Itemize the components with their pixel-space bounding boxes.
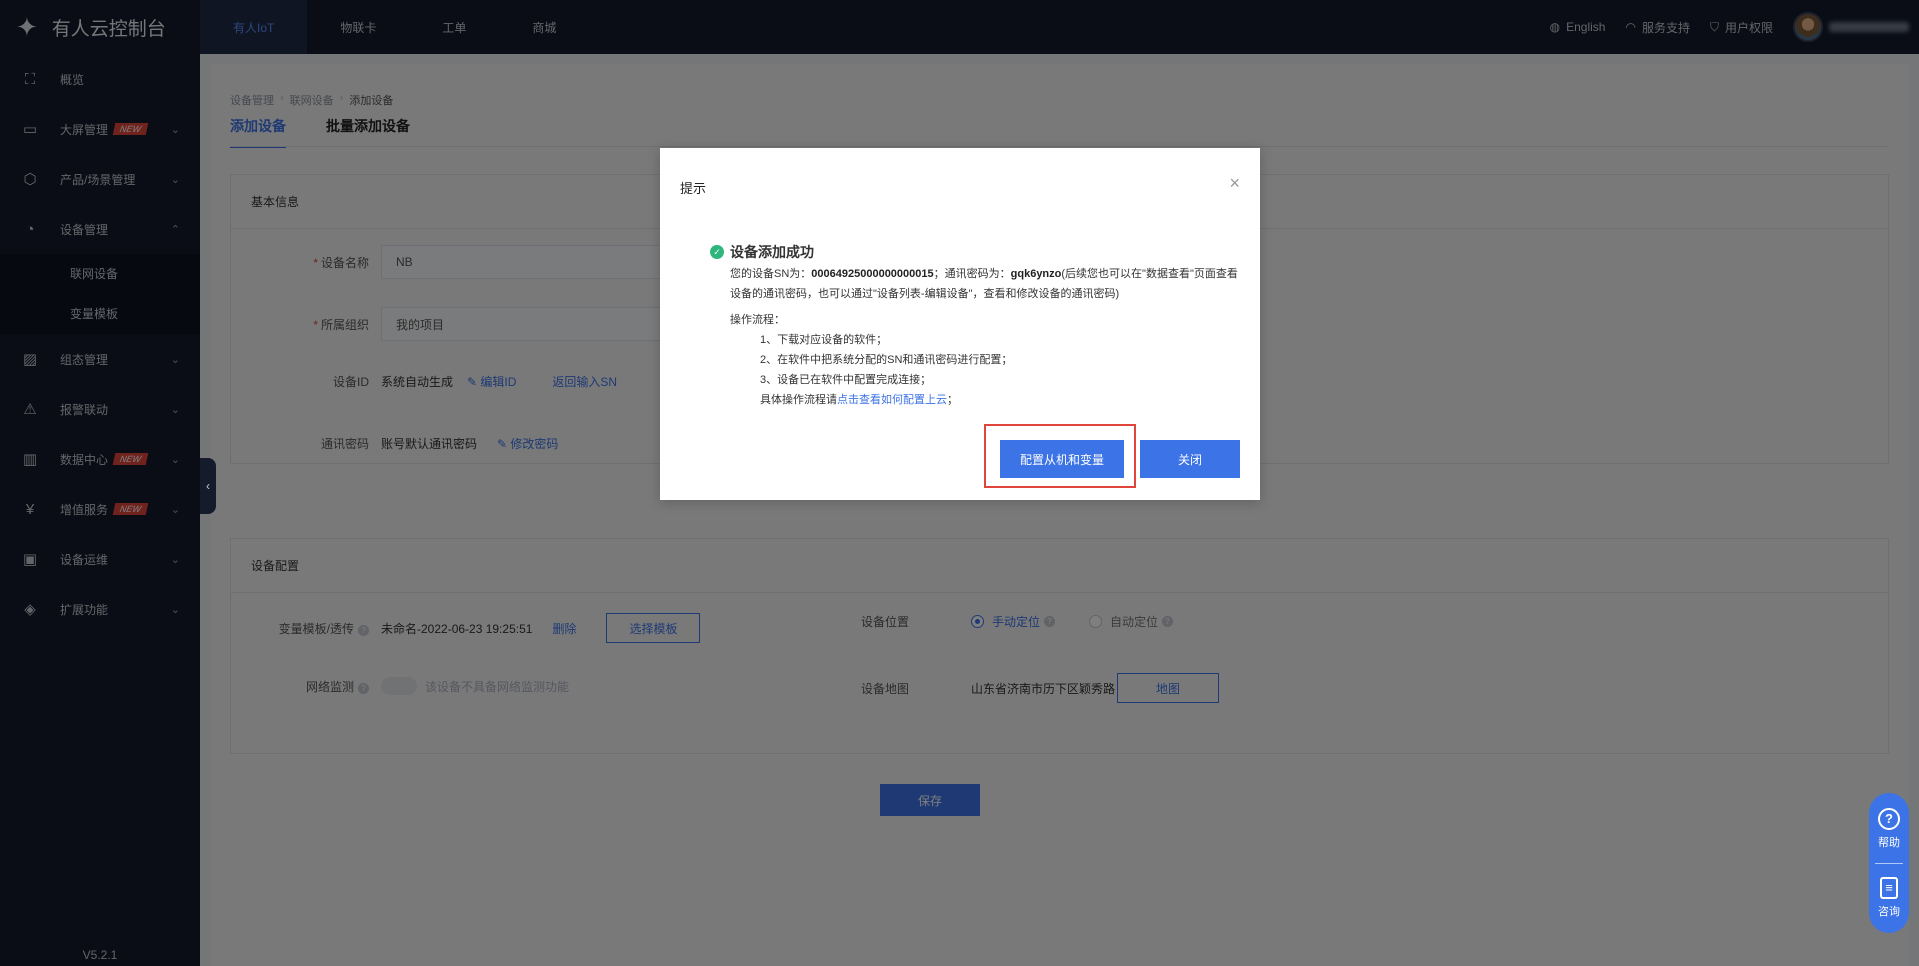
detail-prefix: 具体操作流程请 <box>760 394 837 406</box>
process-step: 1、下载对应设备的软件； <box>760 334 888 346</box>
sidebar-collapse-handle[interactable]: ‹ <box>200 458 216 514</box>
success-text: 设备添加成功 <box>730 244 814 260</box>
divider <box>1875 862 1903 864</box>
device-password: gqk6ynzo <box>1010 268 1062 280</box>
sn-prefix: 您的设备SN为： <box>730 268 812 280</box>
consult-label: 咨询 <box>1878 905 1900 918</box>
chevron-left-icon: ‹ <box>206 479 210 493</box>
process-title: 操作流程： <box>730 314 785 326</box>
help-label: 帮助 <box>1878 836 1900 849</box>
process-step: 3、设备已在软件中配置完成连接； <box>760 374 932 386</box>
check-circle-icon: ✓ <box>710 245 724 259</box>
close-icon[interactable]: × <box>1229 174 1240 192</box>
detail-suffix: ； <box>947 394 958 406</box>
question-icon: ? <box>1878 807 1900 830</box>
document-icon: ≡ <box>1880 876 1898 899</box>
sn-info: 您的设备SN为：00064925000000000015；通讯密码为：gqk6y… <box>730 264 1240 304</box>
process-step: 2、在软件中把系统分配的SN和通讯密码进行配置； <box>760 354 1013 366</box>
help-button[interactable]: ? 帮助 <box>1878 807 1900 850</box>
config-guide-link[interactable]: 点击查看如何配置上云 <box>837 394 947 406</box>
device-sn: 00064925000000000015 <box>811 268 934 280</box>
success-heading: ✓ 设备添加成功 <box>710 242 814 262</box>
process-detail: 具体操作流程请点击查看如何配置上云； <box>730 390 1012 410</box>
dialog-title: 提示 <box>680 181 707 196</box>
config-slave-button[interactable]: 配置从机和变量 <box>1000 440 1124 478</box>
floating-help-panel: ? 帮助 ≡ 咨询 <box>1869 793 1909 933</box>
consult-button[interactable]: ≡ 咨询 <box>1878 876 1900 919</box>
process-info: 操作流程： 1、下载对应设备的软件； 2、在软件中把系统分配的SN和通讯密码进行… <box>730 310 1012 410</box>
close-button[interactable]: 关闭 <box>1140 440 1240 478</box>
success-dialog: 提示 × ✓ 设备添加成功 您的设备SN为：000649250000000000… <box>660 148 1260 500</box>
password-prefix: ；通讯密码为： <box>933 268 1011 280</box>
